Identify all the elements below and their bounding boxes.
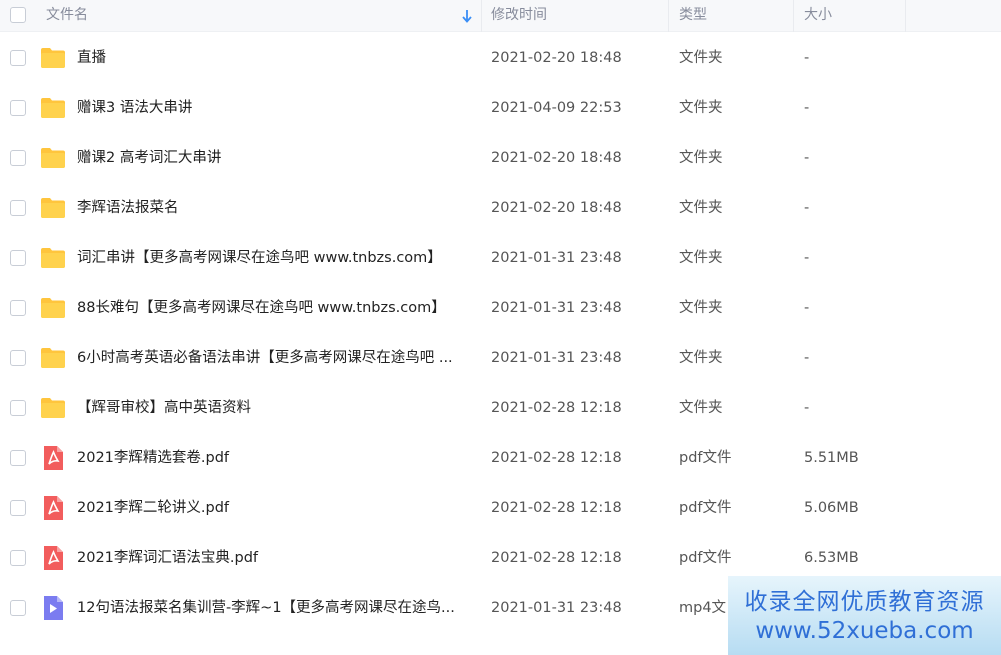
table-row[interactable]: 李辉语法报菜名 2021-02-20 18:48 文件夹 -: [0, 183, 1001, 233]
file-modified-date: 2021-02-20 18:48: [491, 150, 622, 166]
row-checkbox[interactable]: [10, 50, 26, 66]
file-name[interactable]: 88长难句【更多高考网课尽在途鸟吧 www.tnbzs.com】: [77, 283, 472, 333]
file-modified-date: 2021-02-28 12:18: [491, 450, 622, 466]
table-row[interactable]: 88长难句【更多高考网课尽在途鸟吧 www.tnbzs.com】 2021-01-…: [0, 283, 1001, 333]
row-checkbox[interactable]: [10, 150, 26, 166]
table-row[interactable]: 6小时高考英语必备语法串讲【更多高考网课尽在途鸟吧 ... 2021-01-31 …: [0, 333, 1001, 383]
column-divider: [481, 0, 482, 32]
folder-icon: [41, 398, 65, 418]
file-type: 文件夹: [679, 200, 723, 216]
folder-icon: [41, 348, 65, 368]
table-row[interactable]: 词汇串讲【更多高考网课尽在途鸟吧 www.tnbzs.com】 2021-01-3…: [0, 233, 1001, 283]
file-size: 5.06MB: [804, 500, 859, 516]
file-type: 文件夹: [679, 400, 723, 416]
file-modified-date: 2021-01-31 23:48: [491, 600, 622, 616]
table-row[interactable]: 赠课3 语法大串讲 2021-04-09 22:53 文件夹 -: [0, 83, 1001, 133]
file-name[interactable]: 词汇串讲【更多高考网课尽在途鸟吧 www.tnbzs.com】: [77, 233, 472, 283]
table-header: 文件名 修改时间 类型 大小: [0, 0, 1001, 32]
file-name[interactable]: 直播: [77, 33, 472, 83]
row-checkbox[interactable]: [10, 450, 26, 466]
pdf-icon: [44, 546, 63, 570]
file-modified-date: 2021-02-28 12:18: [491, 500, 622, 516]
table-row[interactable]: 赠课2 高考词汇大串讲 2021-02-20 18:48 文件夹 -: [0, 133, 1001, 183]
folder-icon: [41, 198, 65, 218]
row-checkbox[interactable]: [10, 200, 26, 216]
file-name[interactable]: 【辉哥审校】高中英语资料: [77, 383, 472, 433]
file-name[interactable]: 赠课3 语法大串讲: [77, 83, 472, 133]
file-type: 文件夹: [679, 300, 723, 316]
file-size: -: [804, 100, 810, 116]
file-type: 文件夹: [679, 350, 723, 366]
video-icon: [44, 596, 63, 620]
row-checkbox[interactable]: [10, 400, 26, 416]
folder-icon: [41, 248, 65, 268]
file-name[interactable]: 赠课2 高考词汇大串讲: [77, 133, 472, 183]
file-type: 文件夹: [679, 250, 723, 266]
column-divider: [905, 0, 906, 32]
folder-icon: [41, 148, 65, 168]
file-size: -: [804, 250, 810, 266]
column-divider: [793, 0, 794, 32]
column-header-modified[interactable]: 修改时间: [491, 0, 547, 32]
file-modified-date: 2021-02-20 18:48: [491, 50, 622, 66]
row-checkbox[interactable]: [10, 350, 26, 366]
row-checkbox[interactable]: [10, 550, 26, 566]
file-name[interactable]: 2021李辉二轮讲义.pdf: [77, 483, 472, 533]
file-list: 文件名 修改时间 类型 大小 直播 2021-02-20 18:48 文件夹 - 赠课3…: [0, 0, 1001, 620]
watermark-url: www.52xueba.com: [755, 618, 974, 644]
table-row[interactable]: 2021李辉精选套卷.pdf 2021-02-28 12:18 pdf文件 5.51M…: [0, 433, 1001, 483]
file-modified-date: 2021-04-09 22:53: [491, 100, 622, 116]
column-header-name[interactable]: 文件名: [46, 0, 88, 32]
file-modified-date: 2021-01-31 23:48: [491, 250, 622, 266]
file-size: -: [804, 300, 810, 316]
row-checkbox[interactable]: [10, 100, 26, 116]
file-type: 文件夹: [679, 150, 723, 166]
watermark-banner: 收录全网优质教育资源 www.52xueba.com: [728, 576, 1001, 655]
file-type: mp4文: [679, 600, 727, 616]
file-type: 文件夹: [679, 50, 723, 66]
row-checkbox[interactable]: [10, 300, 26, 316]
file-modified-date: 2021-02-28 12:18: [491, 550, 622, 566]
file-modified-date: 2021-02-28 12:18: [491, 400, 622, 416]
file-modified-date: 2021-01-31 23:48: [491, 300, 622, 316]
file-type: pdf文件: [679, 550, 732, 566]
folder-icon: [41, 298, 65, 318]
row-checkbox[interactable]: [10, 250, 26, 266]
column-divider: [668, 0, 669, 32]
file-size: -: [804, 150, 810, 166]
file-name[interactable]: 李辉语法报菜名: [77, 183, 472, 233]
arrow-down-icon[interactable]: [461, 8, 473, 24]
file-name[interactable]: 6小时高考英语必备语法串讲【更多高考网课尽在途鸟吧 ...: [77, 333, 472, 383]
table-row[interactable]: 2021李辉二轮讲义.pdf 2021-02-28 12:18 pdf文件 5.06M…: [0, 483, 1001, 533]
column-header-type[interactable]: 类型: [679, 0, 707, 32]
file-modified-date: 2021-01-31 23:48: [491, 350, 622, 366]
file-name[interactable]: 2021李辉精选套卷.pdf: [77, 433, 472, 483]
table-row[interactable]: 直播 2021-02-20 18:48 文件夹 -: [0, 33, 1001, 83]
pdf-icon: [44, 496, 63, 520]
pdf-icon: [44, 446, 63, 470]
file-size: -: [804, 400, 810, 416]
folder-icon: [41, 48, 65, 68]
file-name[interactable]: 2021李辉词汇语法宝典.pdf: [77, 533, 472, 583]
file-type: pdf文件: [679, 450, 732, 466]
folder-icon: [41, 98, 65, 118]
file-type: pdf文件: [679, 500, 732, 516]
file-size: -: [804, 50, 810, 66]
select-all-checkbox[interactable]: [10, 7, 26, 23]
file-size: -: [804, 350, 810, 366]
file-rows: 直播 2021-02-20 18:48 文件夹 - 赠课3 语法大串讲 2021-04-0…: [0, 33, 1001, 633]
file-type: 文件夹: [679, 100, 723, 116]
file-name[interactable]: 12句语法报菜名集训营-李辉~1【更多高考网课尽在途鸟...: [77, 583, 472, 633]
file-size: 5.51MB: [804, 450, 859, 466]
watermark-slogan: 收录全网优质教育资源: [744, 589, 985, 615]
table-row[interactable]: 【辉哥审校】高中英语资料 2021-02-28 12:18 文件夹 -: [0, 383, 1001, 433]
file-modified-date: 2021-02-20 18:48: [491, 200, 622, 216]
file-size: -: [804, 200, 810, 216]
row-checkbox[interactable]: [10, 500, 26, 516]
column-header-size[interactable]: 大小: [804, 0, 832, 32]
row-checkbox[interactable]: [10, 600, 26, 616]
